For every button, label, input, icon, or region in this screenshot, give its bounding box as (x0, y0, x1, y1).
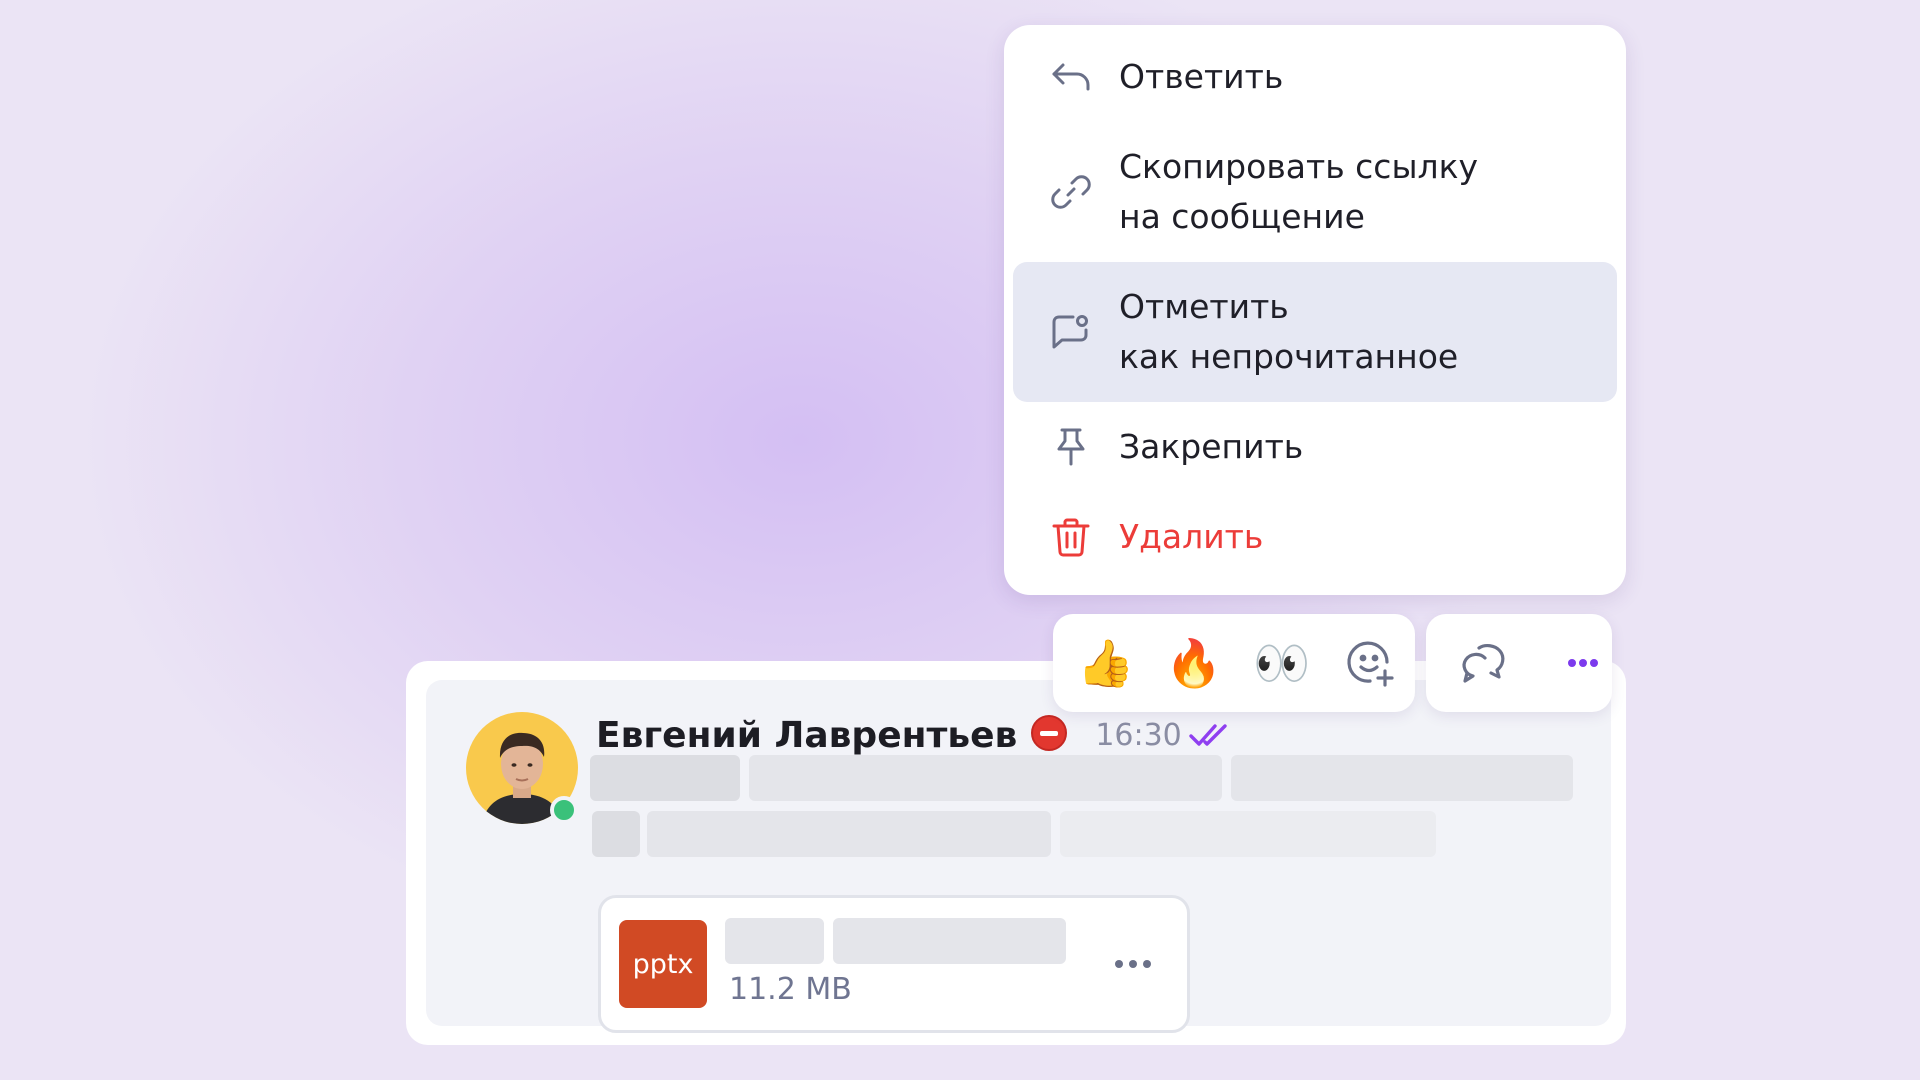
message-context-menu: Ответить Скопировать ссылку на сообщение… (1004, 25, 1626, 595)
file-name-skeleton (725, 918, 824, 964)
menu-item-label: Ответить (1119, 57, 1284, 96)
message-actions-bar (1426, 614, 1612, 712)
link-icon (1049, 170, 1093, 214)
reaction-thumbs-up[interactable]: 👍 (1075, 632, 1137, 694)
menu-item-label: Закрепить (1119, 427, 1304, 466)
menu-item-label: Скопировать ссылку на сообщение (1119, 147, 1479, 236)
message-header: Евгений Лаврентьев 16:30 (596, 710, 1230, 760)
add-reaction-icon[interactable] (1339, 632, 1401, 694)
menu-item-reply[interactable]: Ответить (1013, 32, 1617, 122)
file-more-icon[interactable] (1114, 949, 1152, 979)
menu-item-copy-link[interactable]: Скопировать ссылку на сообщение (1013, 122, 1617, 262)
file-attachment[interactable]: pptx 11.2 MB (598, 895, 1190, 1033)
text-skeleton (1231, 755, 1573, 801)
author-name[interactable]: Евгений Лаврентьев (596, 715, 1017, 756)
text-skeleton (1060, 811, 1436, 857)
text-skeleton (590, 755, 740, 801)
mark-unread-icon (1049, 310, 1093, 354)
thread-icon[interactable] (1452, 632, 1511, 694)
pptx-file-icon: pptx (619, 920, 707, 1008)
more-icon[interactable] (1553, 632, 1612, 694)
text-skeleton (647, 811, 1051, 857)
reply-icon (1049, 55, 1093, 99)
menu-item-pin[interactable]: Закрепить (1013, 402, 1617, 492)
menu-item-label: Отметить как непрочитанное (1119, 287, 1459, 376)
menu-item-mark-unread[interactable]: Отметить как непрочитанное (1013, 262, 1617, 402)
file-size: 11.2 MB (729, 972, 852, 1007)
message-bubble[interactable]: Евгений Лаврентьев 16:30 pptx 11.2 MB (426, 680, 1611, 1033)
avatar-wrapper[interactable] (466, 712, 578, 824)
menu-item-delete[interactable]: Удалить (1013, 492, 1617, 582)
reaction-eyes[interactable]: 👀 (1251, 632, 1313, 694)
trash-icon (1049, 515, 1093, 559)
text-skeleton (592, 811, 640, 857)
message-time: 16:30 (1095, 717, 1182, 753)
message-card: Евгений Лаврентьев 16:30 pptx 11.2 MB (406, 661, 1626, 1045)
menu-item-label: Удалить (1119, 517, 1264, 556)
do-not-disturb-icon (1031, 715, 1068, 751)
online-status-dot (550, 796, 578, 824)
quick-reactions-bar: 👍 🔥 👀 (1053, 614, 1415, 712)
text-skeleton (749, 755, 1222, 801)
pin-icon (1049, 425, 1093, 469)
file-name-skeleton (833, 918, 1066, 964)
reaction-fire[interactable]: 🔥 (1163, 632, 1225, 694)
double-check-icon (1189, 724, 1227, 746)
